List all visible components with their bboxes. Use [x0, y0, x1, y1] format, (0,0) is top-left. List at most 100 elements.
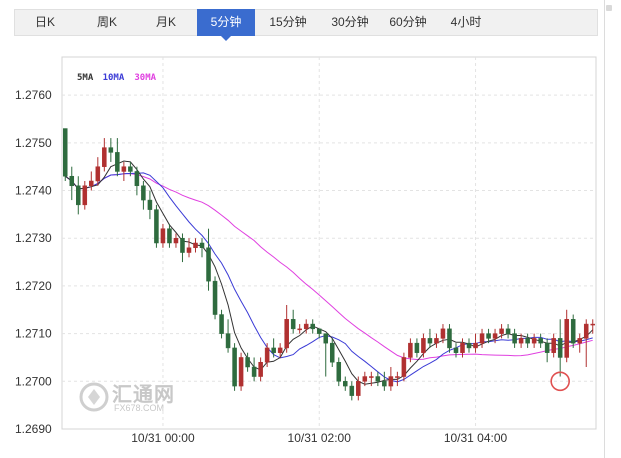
candle-body — [245, 357, 250, 368]
tab-monthly-k[interactable]: 月K — [140, 9, 192, 36]
candle-body — [473, 342, 478, 349]
candle-body — [440, 328, 446, 339]
candle — [186, 238, 192, 258]
candle-body — [375, 376, 381, 382]
candle-body — [89, 180, 94, 187]
candle — [232, 343, 237, 391]
candle — [115, 138, 120, 177]
candle-body — [186, 247, 192, 253]
candle-body — [154, 209, 159, 244]
candle — [551, 333, 556, 358]
candle — [583, 319, 589, 367]
candle-body — [264, 347, 270, 363]
candle — [447, 324, 452, 353]
candle — [95, 157, 101, 186]
candle-body — [277, 347, 283, 353]
x-tick-label: 10/31 04:00 — [444, 431, 508, 445]
candle — [121, 161, 127, 181]
corner-handle — [606, 5, 612, 11]
candle-body — [557, 338, 563, 358]
candle-body — [160, 228, 166, 244]
candle-body — [69, 175, 75, 187]
candle-body — [82, 185, 88, 206]
candle-body — [297, 328, 302, 331]
chart-legend: 5MA 10MA 30MA — [77, 73, 157, 83]
candle-body — [95, 166, 101, 182]
y-tick-label: 1.2760 — [15, 88, 52, 102]
candle-body — [382, 381, 387, 387]
candle — [557, 319, 563, 377]
candle — [89, 171, 94, 191]
candle-body — [408, 342, 413, 358]
right-border — [604, 0, 605, 458]
candle-body — [173, 237, 179, 244]
candle-body — [421, 338, 426, 353]
candle-body — [362, 376, 368, 382]
candle-body — [147, 199, 153, 210]
tab-5-minutes[interactable]: 5分钟 — [197, 9, 255, 41]
candle-body — [316, 328, 322, 334]
tab-60-minutes[interactable]: 60分钟 — [380, 9, 436, 36]
candle-body — [518, 338, 524, 344]
candle-body — [460, 342, 465, 353]
candle — [343, 376, 348, 391]
candle-body — [199, 242, 205, 249]
y-tick-label: 1.2710 — [15, 327, 52, 341]
y-axis: 1.2690 1.2700 1.2710 1.2720 1.2730 1.2740 1.27… — [15, 88, 52, 436]
candle-body — [401, 357, 407, 377]
candle-body — [590, 323, 596, 326]
chart-grid — [61, 56, 597, 430]
tab-30-minutes[interactable]: 30分钟 — [322, 9, 378, 36]
candle — [382, 371, 387, 391]
candle — [82, 181, 88, 210]
candle — [473, 333, 478, 353]
candle — [251, 357, 257, 382]
candle-body — [76, 185, 81, 206]
candle — [238, 352, 244, 391]
candle-body — [134, 171, 140, 187]
candle — [421, 333, 426, 358]
candle — [212, 276, 218, 320]
y-tick-label: 1.2730 — [15, 231, 52, 245]
candle-body — [193, 242, 198, 249]
candle-body — [395, 376, 400, 378]
candle-body — [232, 347, 237, 387]
candle-body — [564, 319, 569, 358]
candle-body — [180, 237, 185, 253]
candle-body — [525, 338, 530, 344]
x-tick-label: 10/31 00:00 — [131, 431, 195, 445]
candle-body — [453, 347, 459, 353]
tab-daily-k[interactable]: 日K — [19, 9, 71, 36]
tab-weekly-k[interactable]: 周K — [81, 9, 133, 36]
candle — [570, 314, 576, 348]
candle-body — [551, 338, 556, 353]
tab-4-hours[interactable]: 4小时 — [440, 9, 492, 36]
candle — [564, 309, 569, 363]
candle-body — [505, 328, 511, 334]
y-tick-label: 1.2720 — [15, 279, 52, 293]
candle — [284, 305, 289, 353]
candle-body — [141, 185, 146, 201]
candle-body — [251, 366, 257, 377]
candle-body — [128, 166, 133, 172]
candle — [173, 233, 179, 248]
candle-body — [499, 328, 504, 334]
candle — [290, 309, 296, 334]
ma10-line — [65, 172, 593, 383]
candle — [76, 176, 81, 215]
fx678-watermark: 汇通网 FX678.COM — [78, 378, 188, 418]
candle-body — [102, 147, 107, 167]
candle — [69, 166, 75, 201]
candle — [199, 238, 205, 258]
candle-body — [427, 338, 433, 344]
candle — [538, 333, 543, 348]
candle-body — [466, 342, 472, 349]
candle — [329, 338, 335, 367]
candle — [512, 328, 517, 348]
candle-body — [225, 333, 231, 349]
y-tick-label: 1.2750 — [15, 136, 52, 150]
candle-body — [388, 376, 394, 387]
tab-15-minutes[interactable]: 15分钟 — [262, 9, 314, 36]
candle-body — [167, 228, 172, 244]
watermark-text-en: FX678.COM — [114, 403, 165, 413]
